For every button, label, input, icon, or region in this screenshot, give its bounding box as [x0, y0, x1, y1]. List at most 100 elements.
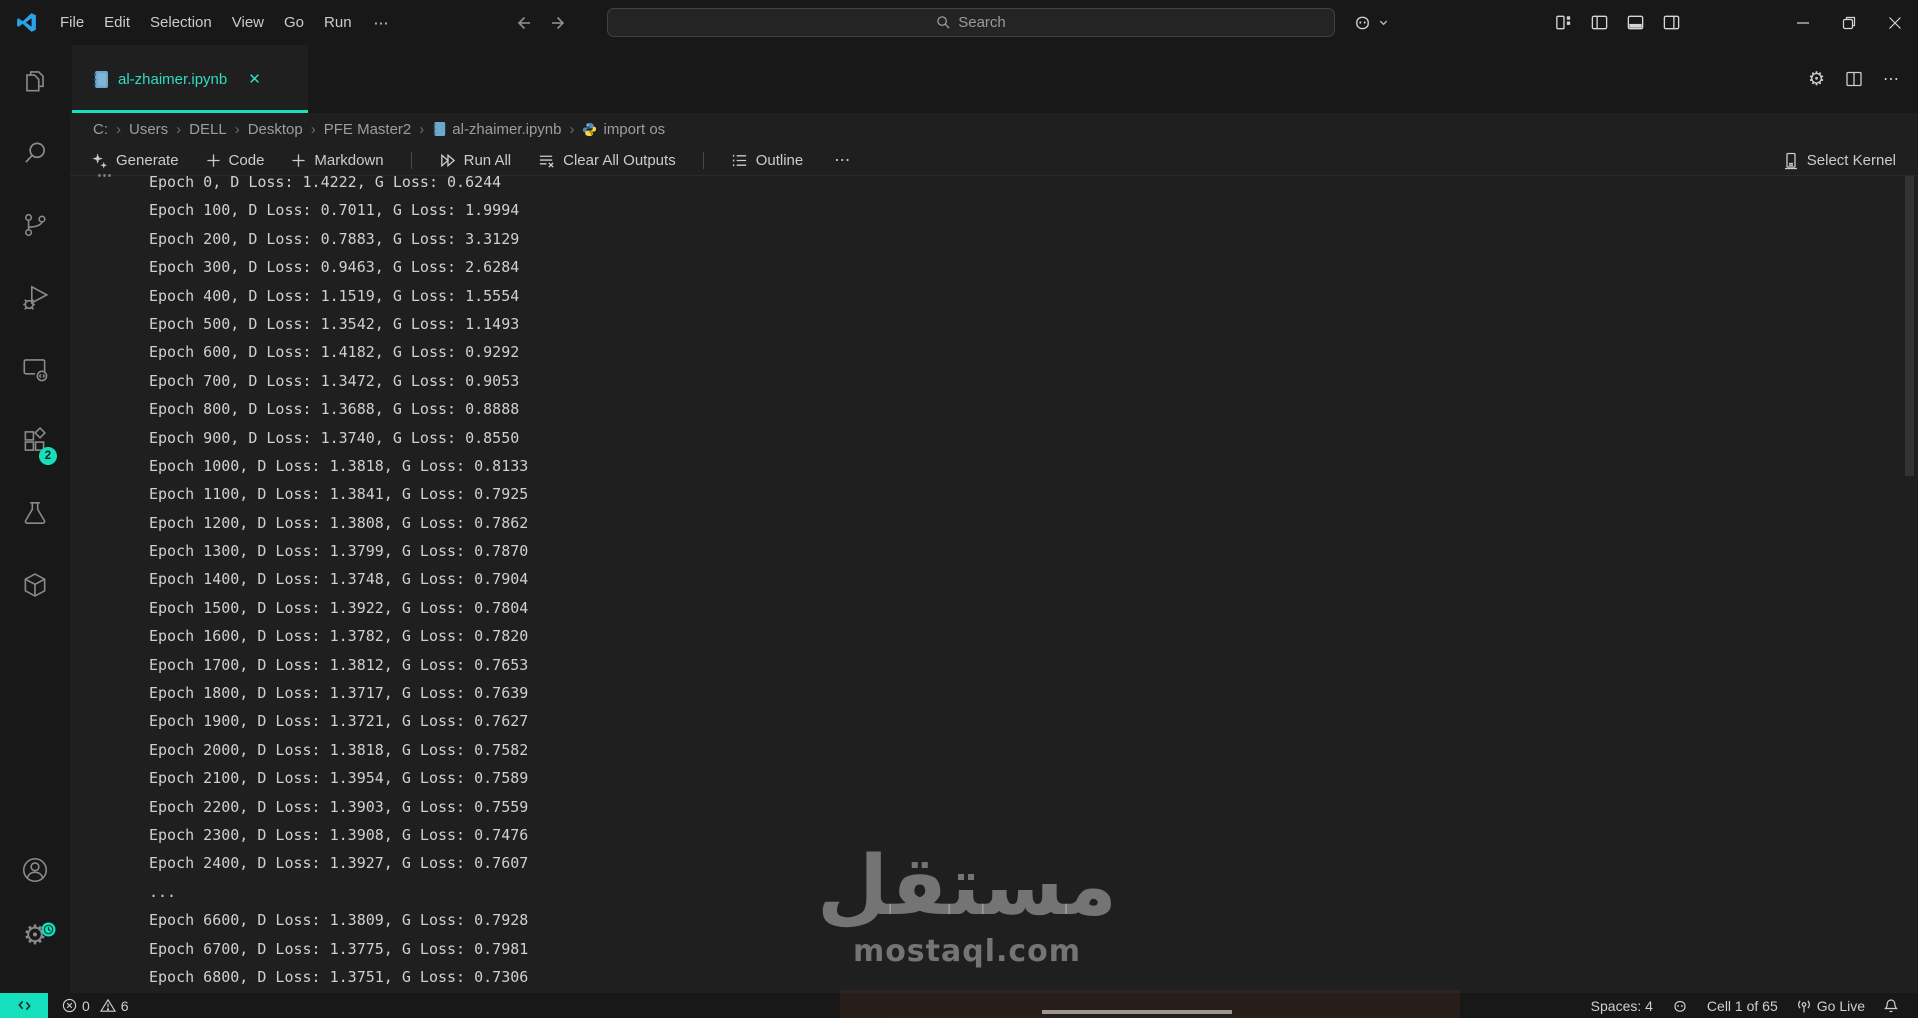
run-debug-icon: [20, 282, 50, 312]
cell-output[interactable]: Epoch 0, D Loss: 1.4222, G Loss: 0.6244 E…: [149, 168, 1749, 988]
outline-label: Outline: [755, 151, 804, 169]
menu-view[interactable]: View: [222, 9, 274, 36]
tab-strip: al-zhaimer.ipynb ✕ ⚙ ⋯: [70, 45, 1918, 113]
clear-all-outputs-label: Clear All Outputs: [563, 151, 676, 169]
add-markdown-cell-button[interactable]: Markdown: [291, 152, 384, 169]
sidebar-item-run-debug[interactable]: [0, 261, 70, 333]
breadcrumb-users[interactable]: Users: [129, 121, 168, 138]
output-line: Epoch 2200, D Loss: 1.3903, G Loss: 0.75…: [149, 797, 529, 816]
go-live-label: Go Live: [1816, 997, 1865, 1014]
output-line: Epoch 1400, D Loss: 1.3748, G Loss: 0.79…: [149, 570, 529, 589]
toggle-panel-icon[interactable]: [1626, 13, 1645, 32]
back-arrow-icon[interactable]: [514, 14, 532, 32]
output-line: Epoch 700, D Loss: 1.3472, G Loss: 0.905…: [149, 371, 520, 390]
generate-label: Generate: [116, 151, 179, 169]
output-line: Epoch 6600, D Loss: 1.3809, G Loss: 0.79…: [149, 911, 529, 930]
output-line: Epoch 900, D Loss: 1.3740, G Loss: 0.855…: [149, 428, 520, 447]
select-kernel-button[interactable]: Select Kernel: [1783, 145, 1896, 176]
title-bar: File Edit Selection View Go Run ⋯ Search: [0, 0, 1918, 45]
vscode-logo-icon: [15, 11, 38, 34]
sidebar-item-testing[interactable]: [0, 477, 70, 549]
breadcrumb-symbol[interactable]: import os: [582, 121, 665, 138]
menu-run[interactable]: Run: [314, 9, 362, 36]
breadcrumb-separator: ›: [310, 120, 316, 138]
breadcrumb-pfe-master2[interactable]: PFE Master2: [324, 121, 412, 138]
explorer-icon: [20, 66, 50, 96]
output-line: Epoch 2300, D Loss: 1.3908, G Loss: 0.74…: [149, 825, 529, 844]
tab-close-icon[interactable]: ✕: [248, 70, 261, 88]
forward-arrow-icon[interactable]: [550, 14, 568, 32]
toggle-secondary-sidebar-icon[interactable]: [1662, 13, 1681, 32]
problems-indicator[interactable]: 0 6: [48, 993, 138, 1018]
go-live-button[interactable]: Go Live: [1787, 993, 1874, 1018]
split-editor-icon[interactable]: [1845, 70, 1863, 88]
sidebar-item-source-control[interactable]: [0, 189, 70, 261]
output-line: Epoch 1700, D Loss: 1.3812, G Loss: 0.76…: [149, 655, 529, 674]
output-line: Epoch 200, D Loss: 0.7883, G Loss: 3.312…: [149, 229, 520, 248]
editor-more-actions-icon[interactable]: ⋯: [1883, 69, 1900, 89]
notebook-settings-icon[interactable]: ⚙: [1808, 70, 1825, 89]
spaces-label: Spaces: 4: [1590, 997, 1653, 1014]
cell-actions-more-icon[interactable]: ⋯: [97, 166, 114, 184]
breadcrumb-separator: ›: [419, 120, 425, 138]
copilot-icon: [1352, 12, 1373, 33]
menu-overflow-icon[interactable]: ⋯: [362, 9, 402, 37]
breadcrumb-dell[interactable]: DELL: [189, 121, 227, 138]
vertical-scrollbar[interactable]: [1905, 176, 1914, 476]
menu-file[interactable]: File: [50, 9, 94, 36]
beaker-icon: [20, 498, 50, 528]
remote-indicator[interactable]: [0, 993, 48, 1018]
search-sidebar-icon: [20, 138, 50, 168]
add-code-label: Code: [228, 151, 265, 169]
menu-selection[interactable]: Selection: [140, 9, 222, 36]
settings-clock-badge-icon: [41, 922, 56, 937]
sidebar-item-package[interactable]: [0, 549, 70, 621]
run-all-label: Run All: [463, 151, 512, 169]
search-input[interactable]: Search: [607, 8, 1335, 37]
activity-bar: 2 ⚙: [0, 45, 70, 993]
run-all-button[interactable]: Run All: [439, 151, 512, 169]
customize-layout-icon[interactable]: [1554, 13, 1573, 32]
output-line: Epoch 500, D Loss: 1.3542, G Loss: 1.149…: [149, 314, 520, 333]
output-line: ...: [149, 882, 177, 901]
account-icon: [20, 855, 50, 885]
minimize-button[interactable]: [1780, 0, 1826, 45]
clear-all-outputs-button[interactable]: Clear All Outputs: [538, 152, 676, 169]
tab-al-zhaimer[interactable]: al-zhaimer.ipynb ✕: [72, 45, 308, 113]
sidebar-item-search[interactable]: [0, 117, 70, 189]
outline-button[interactable]: Outline: [731, 151, 804, 169]
remote-explorer-icon: [20, 354, 50, 384]
sidebar-item-settings[interactable]: ⚙: [0, 922, 70, 949]
breadcrumb-separator: ›: [176, 120, 182, 138]
clear-outputs-icon: [538, 152, 555, 169]
breadcrumb-drive[interactable]: C:: [93, 121, 108, 138]
breadcrumb-file[interactable]: al-zhaimer.ipynb: [432, 121, 561, 138]
restore-button[interactable]: [1826, 0, 1872, 45]
sidebar-item-remote-explorer[interactable]: [0, 333, 70, 405]
copilot-status[interactable]: [1662, 993, 1698, 1018]
breadcrumb-separator: ›: [569, 120, 575, 138]
menu-edit[interactable]: Edit: [94, 9, 140, 36]
sidebar-item-explorer[interactable]: [0, 45, 70, 117]
close-button[interactable]: [1872, 0, 1918, 45]
output-line: Epoch 1200, D Loss: 1.3808, G Loss: 0.78…: [149, 513, 529, 532]
breadcrumb-desktop[interactable]: Desktop: [248, 121, 303, 138]
sidebar-item-extensions[interactable]: 2: [0, 405, 70, 477]
copilot-menu[interactable]: [1352, 0, 1389, 45]
sidebar-item-accounts[interactable]: [0, 855, 70, 885]
output-line: Epoch 1500, D Loss: 1.3922, G Loss: 0.78…: [149, 598, 529, 617]
breadcrumb: C: › Users › DELL › Desktop › PFE Master…: [70, 113, 1918, 145]
notifications-bell[interactable]: [1874, 993, 1908, 1018]
add-code-cell-button[interactable]: Code: [206, 151, 265, 169]
error-icon: [62, 998, 77, 1013]
breadcrumb-symbol-label: import os: [603, 120, 666, 138]
spaces-indicator[interactable]: Spaces: 4: [1582, 993, 1662, 1018]
toggle-primary-sidebar-icon[interactable]: [1590, 13, 1609, 32]
breadcrumb-separator: ›: [116, 120, 121, 138]
toolbar-more-icon[interactable]: ⋯: [834, 150, 851, 170]
menu-go[interactable]: Go: [274, 9, 314, 36]
cell-position-indicator[interactable]: Cell 1 of 65: [1698, 993, 1787, 1018]
kernel-icon: [1783, 152, 1799, 170]
notebook-file-icon: [92, 70, 109, 89]
warning-count: 6: [120, 997, 129, 1014]
